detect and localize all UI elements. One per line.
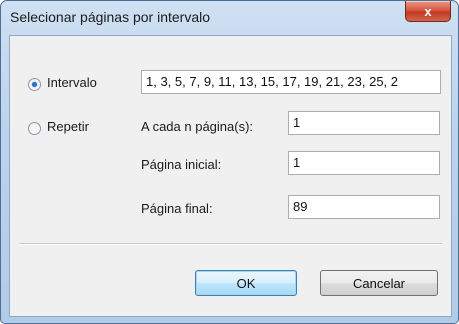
close-button[interactable]: x: [405, 1, 451, 22]
cancel-button[interactable]: Cancelar: [320, 270, 438, 296]
dialog-title: Selecionar páginas por intervalo: [10, 9, 211, 25]
start-page-input[interactable]: 1: [288, 151, 440, 175]
repeat-label[interactable]: Repetir: [47, 119, 89, 134]
ok-button[interactable]: OK: [195, 270, 297, 296]
title-bar[interactable]: Selecionar páginas por intervalo x: [1, 1, 458, 35]
start-page-label: Página inicial:: [141, 157, 222, 172]
dialog-body: Intervalo 1, 3, 5, 7, 9, 11, 13, 15, 17,…: [9, 35, 452, 317]
dialog-window: Selecionar páginas por intervalo x Inter…: [0, 0, 459, 324]
close-icon: x: [424, 3, 432, 19]
repeat-radio[interactable]: [28, 122, 41, 135]
every-n-pages-input[interactable]: 1: [288, 111, 440, 135]
separator: [19, 243, 442, 245]
end-page-input[interactable]: 89: [288, 195, 440, 219]
interval-input[interactable]: 1, 3, 5, 7, 9, 11, 13, 15, 17, 19, 21, 2…: [141, 70, 441, 94]
interval-radio[interactable]: [28, 78, 41, 91]
interval-label[interactable]: Intervalo: [47, 75, 97, 90]
end-page-label: Página final:: [141, 201, 213, 216]
every-n-pages-label: A cada n página(s):: [141, 119, 254, 134]
